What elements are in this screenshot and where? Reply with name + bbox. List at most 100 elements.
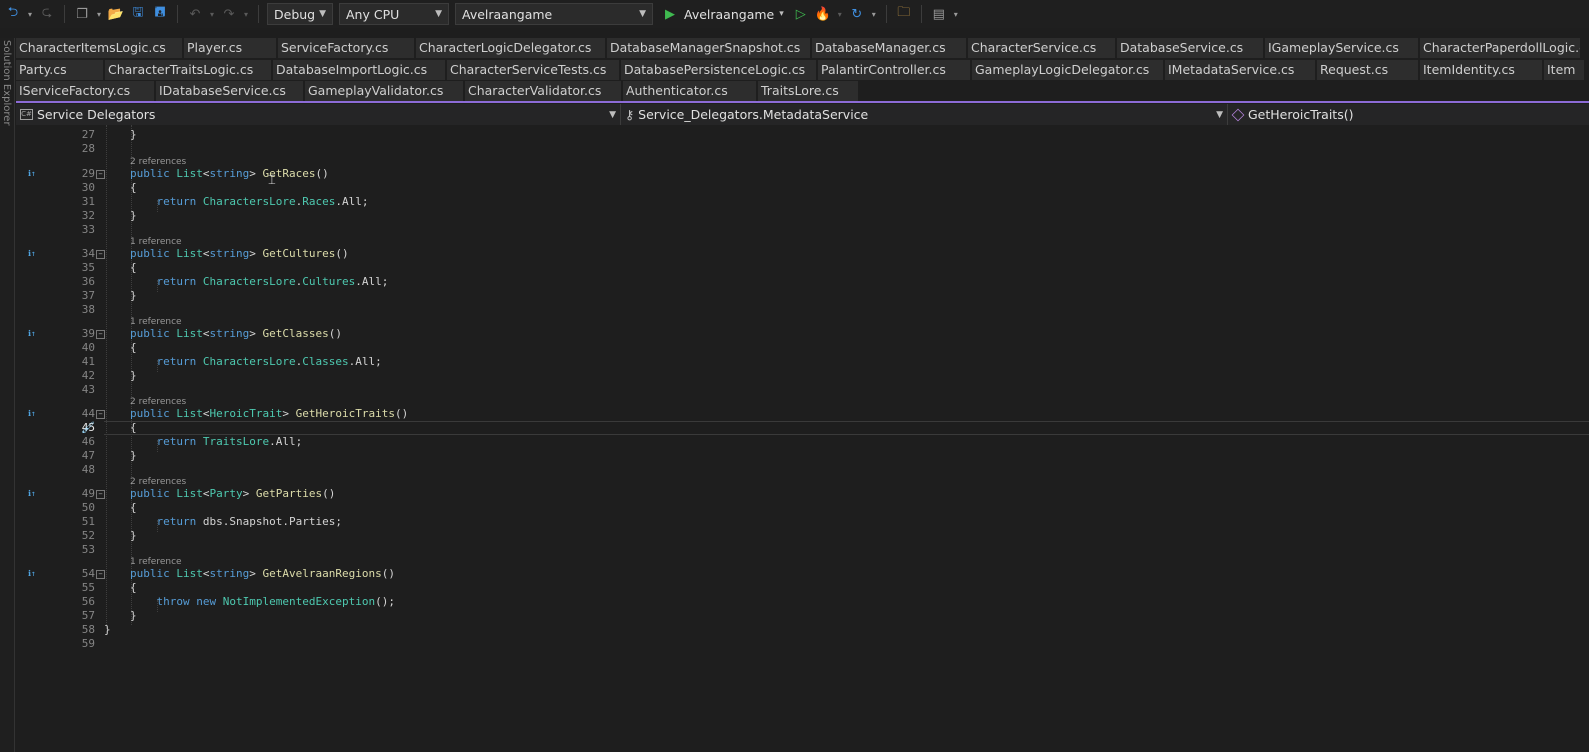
window-layout-icon[interactable]: ▤ <box>930 7 948 22</box>
type-name: Service_Delegators.MetadataService <box>638 107 869 122</box>
line-number: 30 <box>81 181 95 194</box>
tab-palantircontroller[interactable]: PalantirController.cs <box>818 60 970 80</box>
tab-servicefactory[interactable]: ServiceFactory.cs <box>278 38 414 58</box>
open-folder-icon[interactable]: 📂 <box>107 7 125 22</box>
tab-player[interactable]: Player.cs <box>184 38 276 58</box>
toolbar-overflow-icon[interactable]: ▾ <box>952 10 960 19</box>
implements-interface-icon[interactable]: ℹ↑ <box>28 247 36 261</box>
tab-characterlogicdelegator[interactable]: CharacterLogicDelegator.cs <box>416 38 605 58</box>
tab-charactertraitslogic[interactable]: CharacterTraitsLogic.cs <box>105 60 271 80</box>
collapse-icon[interactable]: − <box>96 490 105 499</box>
code-text: return CharactersLore.Cultures.All; <box>156 275 389 288</box>
restart-icon[interactable]: ↻ <box>848 7 866 22</box>
hot-reload-icon[interactable]: 🔥 <box>814 7 832 22</box>
implements-interface-icon[interactable]: ℹ↑ <box>28 567 36 581</box>
new-item-dropdown-icon[interactable]: ▾ <box>95 10 103 19</box>
navigate-forward-icon[interactable]: ⮎ <box>38 3 56 25</box>
line-number: 51 <box>81 515 95 528</box>
tab-gameplayvalidator[interactable]: GameplayValidator.cs <box>305 81 463 101</box>
code-line: 47 } <box>27 449 1589 463</box>
code-line: 56 throw new NotImplementedException(); <box>27 595 1589 609</box>
tab-party[interactable]: Party.cs <box>16 60 103 80</box>
start-debugging-button[interactable]: ▶ Avelraangame ▾ <box>661 7 784 22</box>
undo-icon[interactable]: ↶ <box>186 7 204 22</box>
back-dropdown-icon[interactable]: ▾ <box>26 10 34 19</box>
type-dropdown[interactable]: ⚷ Service_Delegators.MetadataService ▼ <box>621 104 1228 125</box>
line-number: 34 <box>81 247 95 260</box>
main-toolbar: ⮌ ▾ ⮎ ❐ ▾ 📂 🖫 🖪 ↶ ▾ ↷ ▾ Debug ▼ Any CPU … <box>0 0 1589 28</box>
tab-characterservice[interactable]: CharacterService.cs <box>968 38 1115 58</box>
line-number: 37 <box>81 289 95 302</box>
redo-icon[interactable]: ↷ <box>220 7 238 22</box>
collapse-icon[interactable]: − <box>96 250 105 259</box>
tab-databasepersistencelogic[interactable]: DatabasePersistenceLogic.cs <box>621 60 816 80</box>
save-all-icon[interactable]: 🖪 <box>151 3 169 25</box>
tab-imetadataservice[interactable]: IMetadataService.cs <box>1165 60 1315 80</box>
tab-authenticator[interactable]: Authenticator.cs <box>623 81 756 101</box>
hot-reload-dropdown-icon[interactable]: ▾ <box>836 10 844 19</box>
document-tabs-row-3: IServiceFactory.cs IDatabaseService.cs G… <box>16 81 860 101</box>
navigate-back-icon[interactable]: ⮌ <box>4 3 22 25</box>
implements-interface-icon[interactable]: ℹ↑ <box>28 487 36 501</box>
configuration-value: Debug <box>274 6 316 22</box>
tab-charactervalidator[interactable]: CharacterValidator.cs <box>465 81 621 101</box>
code-line: 35 { <box>27 261 1589 275</box>
tab-request[interactable]: Request.cs <box>1317 60 1418 80</box>
tab-databaseimportlogic[interactable]: DatabaseImportLogic.cs <box>273 60 445 80</box>
line-number: 33 <box>81 223 95 236</box>
play-icon: ▶ <box>665 6 675 22</box>
start-without-debugging-icon[interactable]: ▷ <box>792 7 810 22</box>
tab-characterservicetests[interactable]: CharacterServiceTests.cs <box>447 60 619 80</box>
code-text: } <box>130 289 137 302</box>
line-number: 59 <box>81 637 95 650</box>
solution-platform-select[interactable]: Any CPU ▼ <box>339 3 449 25</box>
implements-interface-icon[interactable]: ℹ↑ <box>28 167 36 181</box>
tab-igameplayservice[interactable]: IGameplayService.cs <box>1265 38 1418 58</box>
code-text: public List<HeroicTrait> GetHeroicTraits… <box>130 407 409 420</box>
collapse-icon[interactable]: − <box>96 170 105 179</box>
code-line: ℹ↑ 44 − public List<HeroicTrait> GetHero… <box>27 407 1589 421</box>
member-dropdown[interactable]: GetHeroicTraits() <box>1228 104 1589 125</box>
code-editor[interactable]: 27 } 28 2 references ℹ↑ 29 − public List… <box>27 125 1589 752</box>
tab-characterpaperdolllogic[interactable]: CharacterPaperdollLogic.cs <box>1420 38 1580 58</box>
collapse-icon[interactable]: − <box>96 410 105 419</box>
save-icon[interactable]: 🖫 <box>129 3 147 25</box>
code-line: 45 🖌 { <box>27 421 1589 435</box>
collapse-icon[interactable]: − <box>96 330 105 339</box>
tab-databasemanagersnapshot[interactable]: DatabaseManagerSnapshot.cs <box>607 38 810 58</box>
browse-folder-icon[interactable]: 🗀 <box>895 3 913 25</box>
code-text: { <box>130 181 137 194</box>
tab-itemidentity[interactable]: ItemIdentity.cs <box>1420 60 1542 80</box>
project-dropdown[interactable]: C# Service Delegators ▼ <box>16 104 621 125</box>
tab-databasemanager[interactable]: DatabaseManager.cs <box>812 38 966 58</box>
redo-dropdown-icon[interactable]: ▾ <box>242 10 250 19</box>
implements-interface-icon[interactable]: ℹ↑ <box>28 327 36 341</box>
tab-iservicefactory[interactable]: IServiceFactory.cs <box>16 81 154 101</box>
tab-item[interactable]: Item <box>1544 60 1584 80</box>
code-line: ℹ↑ 49 − public List<Party> GetParties() <box>27 487 1589 501</box>
solution-explorer-strip[interactable]: Solution Explorer <box>0 38 15 752</box>
code-line: ℹ↑ 54 − public List<string> GetAvelraanR… <box>27 567 1589 581</box>
solution-explorer-label: Solution Explorer <box>1 40 12 126</box>
tab-traitslore[interactable]: TraitsLore.cs <box>758 81 858 101</box>
line-number: 31 <box>81 195 95 208</box>
code-line: 42 } <box>27 369 1589 383</box>
new-item-icon[interactable]: ❐ <box>73 7 91 22</box>
quick-actions-brush-icon[interactable]: 🖌 <box>81 421 95 435</box>
tab-databaseservice[interactable]: DatabaseService.cs <box>1117 38 1263 58</box>
csharp-project-icon: C# <box>20 109 33 120</box>
toolbar-divider <box>258 5 259 23</box>
implements-interface-icon[interactable]: ℹ↑ <box>28 407 36 421</box>
solution-configuration-select[interactable]: Debug ▼ <box>267 3 333 25</box>
startup-project-select[interactable]: Avelraangame ▼ <box>455 3 653 25</box>
tab-characteritemslogic[interactable]: CharacterItemsLogic.cs <box>16 38 182 58</box>
code-text: throw new NotImplementedException(); <box>156 595 395 608</box>
tab-gameplaylogicdelegator[interactable]: GameplayLogicDelegator.cs <box>972 60 1163 80</box>
code-line: 31 return CharactersLore.Races.All; <box>27 195 1589 209</box>
code-text: public List<string> GetClasses() <box>130 327 342 340</box>
undo-dropdown-icon[interactable]: ▾ <box>208 10 216 19</box>
restart-dropdown-icon[interactable]: ▾ <box>870 10 878 19</box>
collapse-icon[interactable]: − <box>96 570 105 579</box>
tab-idatabaseservice[interactable]: IDatabaseService.cs <box>156 81 303 101</box>
member-name: GetHeroicTraits() <box>1248 107 1354 122</box>
